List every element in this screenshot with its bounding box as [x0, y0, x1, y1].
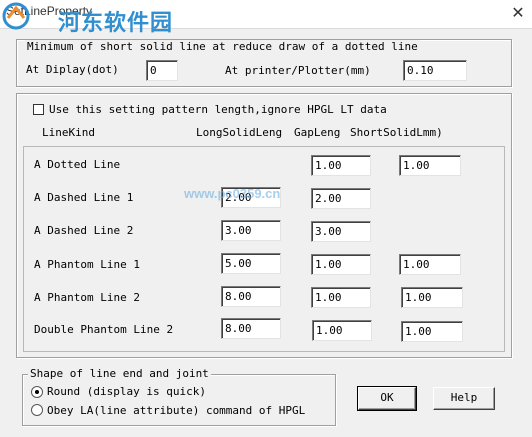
header-long-solid: LongSolidLeng [196, 126, 283, 139]
printer-mm-field[interactable]: 0.10 [403, 60, 467, 81]
gap-field[interactable]: 1.00 [311, 287, 371, 308]
row-name: A Phantom Line 2 [34, 291, 140, 304]
long-solid-field[interactable]: 8.00 [221, 318, 281, 339]
obey-la-radio[interactable] [31, 404, 43, 416]
gap-field[interactable]: 1.00 [312, 320, 372, 341]
short-solid-field[interactable]: 1.00 [401, 321, 463, 342]
gap-field[interactable]: 1.00 [311, 254, 371, 275]
header-gap: GapLeng [294, 126, 341, 139]
title-bar: SetLineProperty 河东软件园 ✕ [0, 0, 532, 36]
close-icon[interactable]: ✕ [507, 2, 529, 24]
ignore-hpgl-checkbox[interactable] [33, 104, 44, 115]
printer-label: At printer/Plotter(mm) [225, 64, 371, 77]
round-label: Round (display is quick) [47, 385, 206, 398]
short-solid-field[interactable]: 1.00 [401, 287, 463, 308]
display-label: At Diplay(dot) [26, 63, 119, 76]
short-solid-field[interactable]: 1.00 [399, 155, 461, 176]
shape-group [22, 374, 336, 426]
help-button[interactable]: Help [433, 387, 495, 410]
long-solid-field[interactable]: 5.00 [221, 253, 281, 274]
gap-field[interactable]: 2.00 [311, 188, 371, 209]
gap-field[interactable]: 3.00 [311, 221, 371, 242]
header-linekind: LineKind [42, 126, 95, 139]
ignore-hpgl-label: Use this setting pattern length,ignore H… [49, 103, 387, 116]
gap-field[interactable]: 1.00 [311, 155, 371, 176]
row-name: A Dashed Line 1 [34, 191, 134, 204]
row-name: A Phantom Line 1 [34, 258, 140, 271]
watermark-url: www.pc0359.cn [184, 186, 281, 201]
obey-la-label: Obey LA(line attribute) command of HPGL [47, 404, 306, 417]
short-solid-field[interactable]: 1.00 [399, 254, 461, 275]
long-solid-field[interactable]: 3.00 [221, 220, 281, 241]
header-short-solid: ShortSolidLmm) [350, 126, 443, 139]
display-dots-field[interactable]: 0 [146, 60, 178, 81]
row-name: A Dotted Line [34, 158, 121, 171]
short-line-heading: Minimum of short solid line at reduce dr… [25, 40, 420, 53]
shape-group-title: Shape of line end and joint [28, 367, 211, 380]
watermark-logo-icon [2, 2, 30, 30]
ok-button[interactable]: OK [357, 386, 417, 411]
row-name: Double Phantom Line 2 [34, 323, 174, 336]
long-solid-field[interactable]: 8.00 [221, 286, 281, 307]
row-name: A Dashed Line 2 [34, 224, 134, 237]
watermark-text: 河东软件园 [58, 11, 174, 36]
round-radio[interactable] [31, 386, 43, 398]
